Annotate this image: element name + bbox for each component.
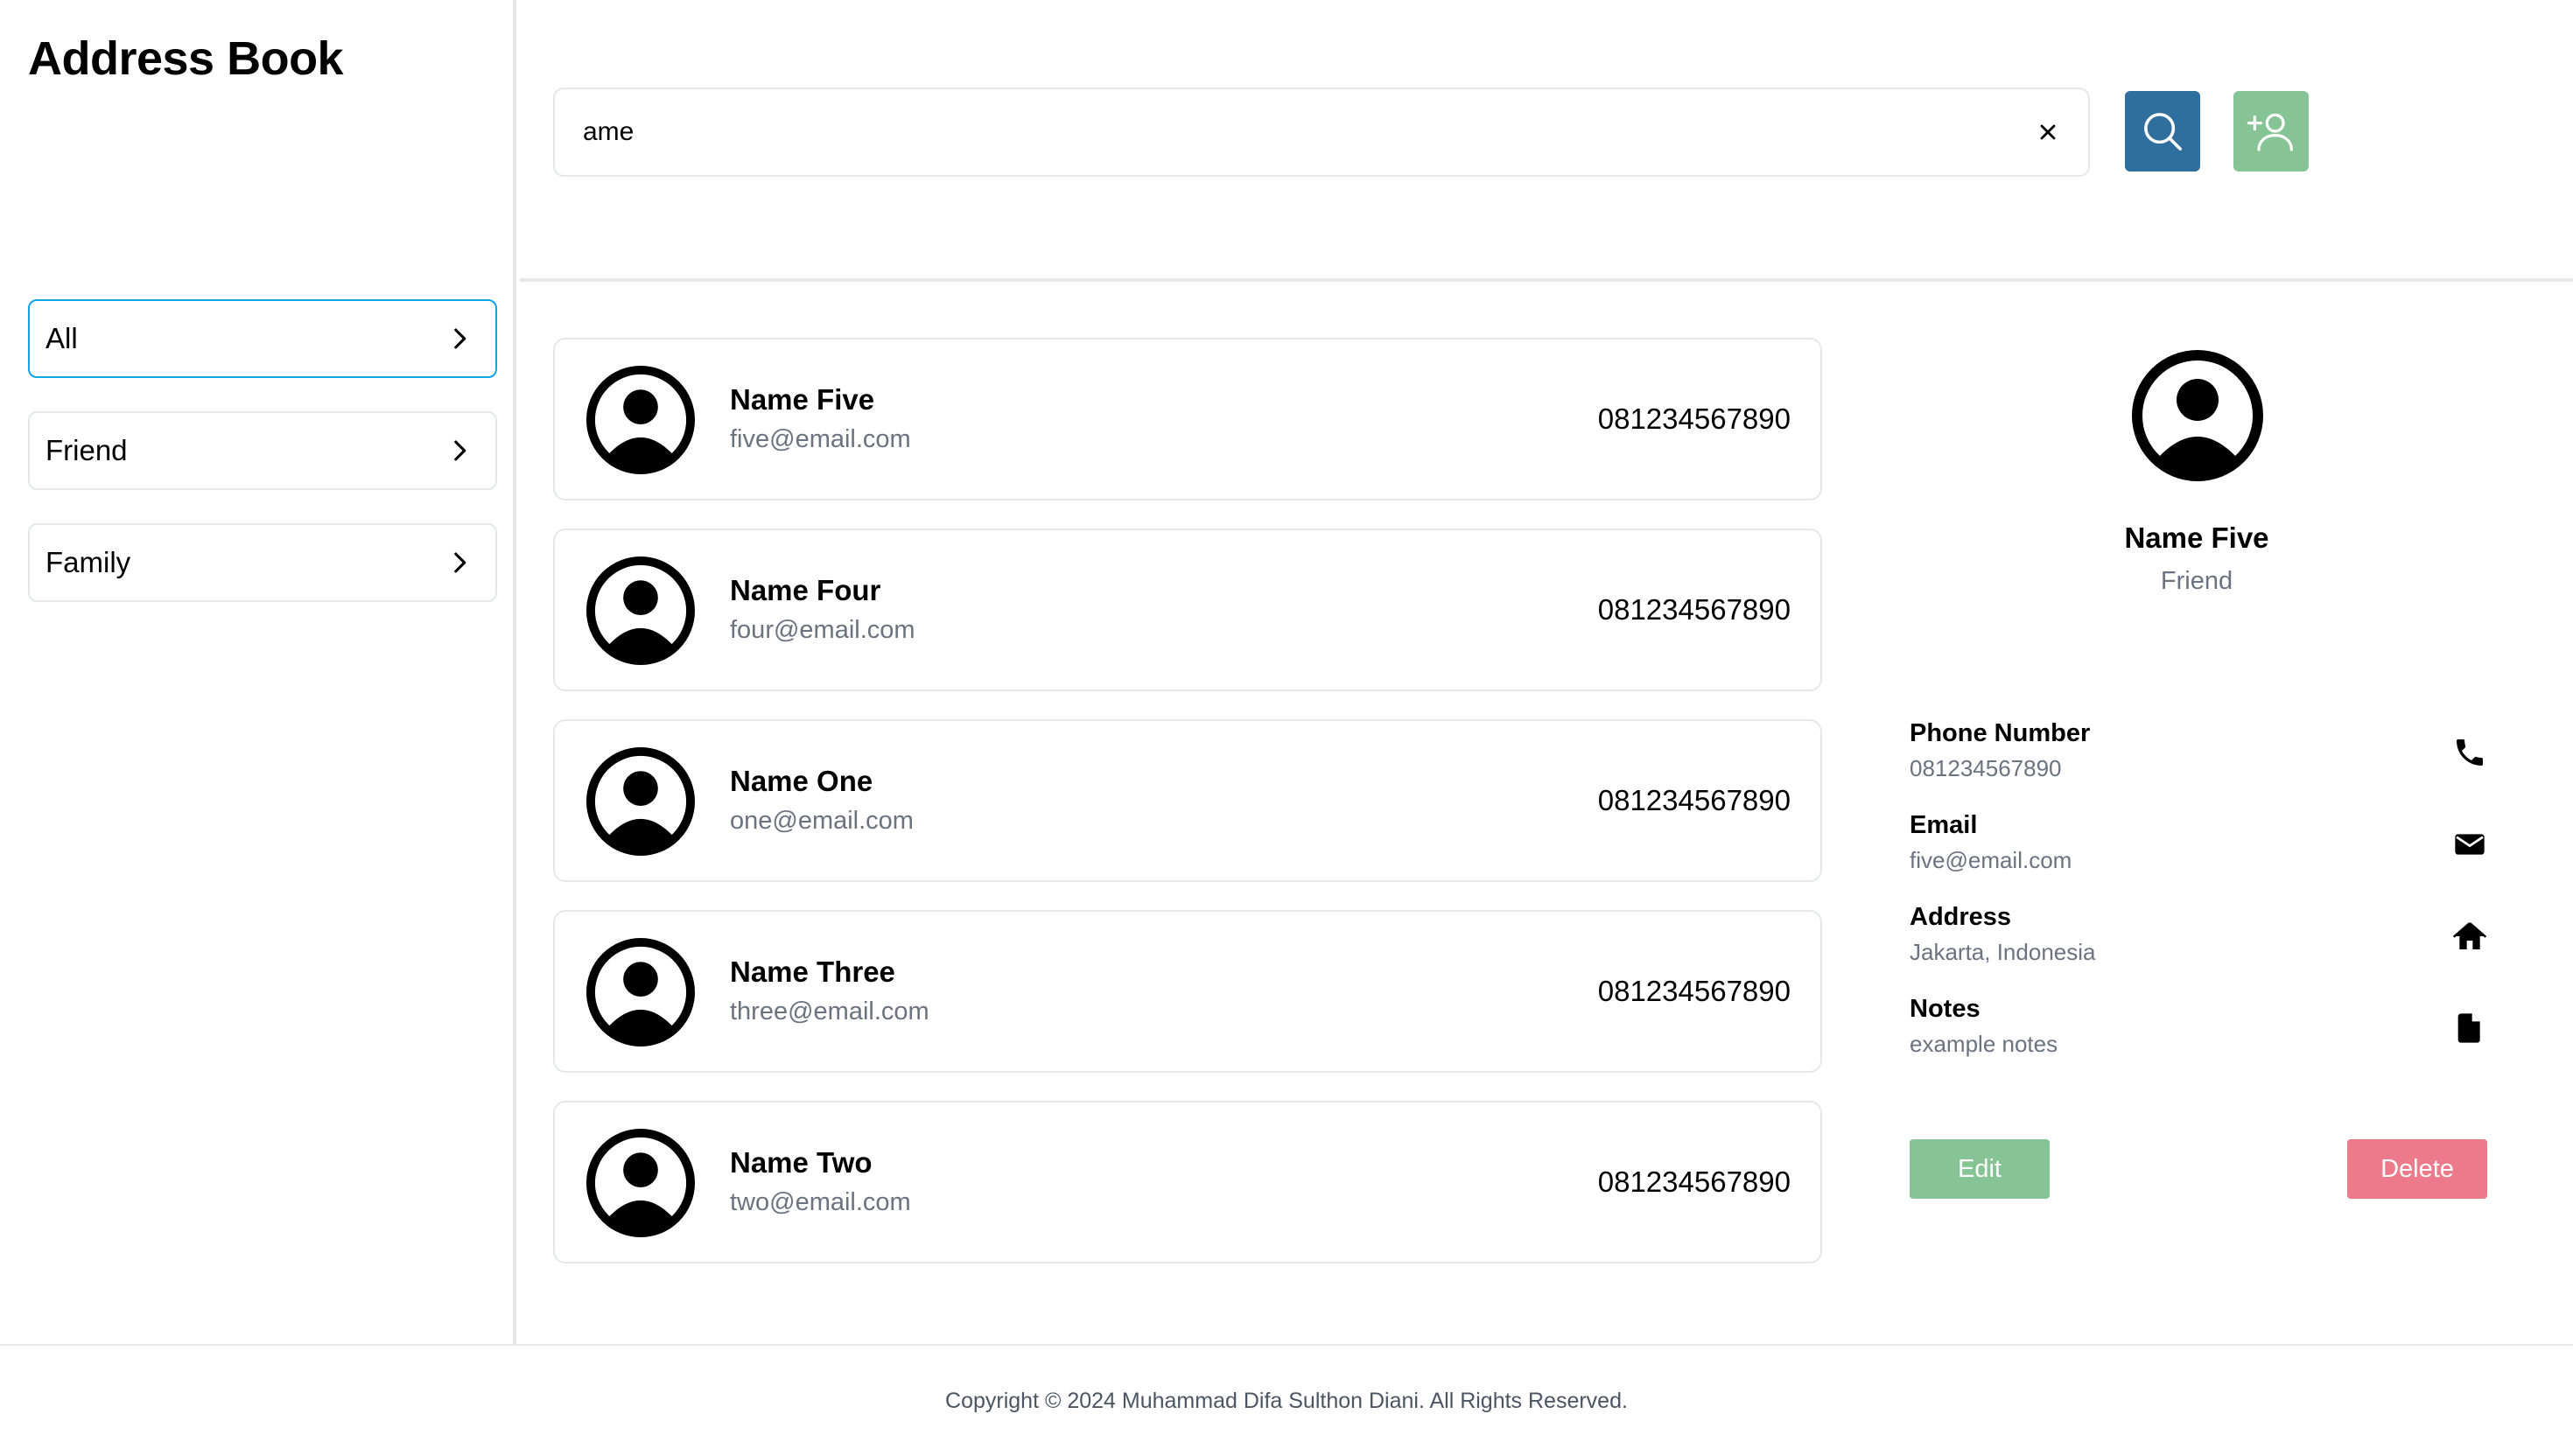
document-icon[interactable]	[2452, 1011, 2487, 1046]
email-field: Email five@email.com	[1910, 811, 2487, 890]
avatar-icon	[586, 747, 695, 856]
edit-button[interactable]: Edit	[1910, 1139, 2050, 1199]
field-value: example notes	[1910, 1031, 2058, 1057]
nav-item-label: All	[46, 322, 78, 354]
search-button[interactable]	[2125, 91, 2200, 172]
sidebar: Address Book All Friend Family	[0, 0, 516, 1344]
category-nav: All Friend Family	[28, 299, 497, 635]
chevron-right-icon	[454, 440, 466, 461]
field-value: Jakarta, Indonesia	[1910, 939, 2096, 965]
clear-search-button[interactable]	[2032, 116, 2064, 148]
contact-name: Name One	[730, 765, 873, 797]
home-icon[interactable]	[2452, 919, 2487, 954]
delete-button[interactable]: Delete	[2347, 1139, 2487, 1199]
copyright-text: Copyright © 2024 Muhammad Difa Sulthon D…	[945, 1388, 1628, 1413]
contact-phone: 081234567890	[1597, 1166, 1791, 1198]
field-value: five@email.com	[1910, 847, 2072, 873]
field-label: Email	[1910, 811, 1978, 839]
contact-list: Name Five five@email.com 081234567890 Na…	[553, 338, 1822, 1292]
contact-phone: 081234567890	[1597, 593, 1791, 626]
contact-email: two@email.com	[730, 1188, 911, 1216]
nav-item-label: Friend	[46, 434, 128, 466]
phone-icon[interactable]	[2452, 735, 2487, 770]
contact-card[interactable]: Name One one@email.com 081234567890	[553, 719, 1822, 882]
footer: Copyright © 2024 Muhammad Difa Sulthon D…	[0, 1344, 2573, 1456]
nav-item-label: Family	[46, 546, 131, 578]
avatar-icon	[2132, 350, 2263, 481]
contact-name: Name Two	[730, 1146, 873, 1179]
field-label: Phone Number	[1910, 719, 2091, 747]
add-contact-button[interactable]	[2233, 91, 2309, 172]
detail-group: Friend	[2160, 567, 2233, 595]
avatar-icon	[586, 1129, 695, 1237]
contact-phone: 081234567890	[1597, 784, 1791, 816]
search-icon	[2144, 113, 2183, 151]
contact-card[interactable]: Name Four four@email.com 081234567890	[553, 528, 1822, 691]
contact-phone: 081234567890	[1597, 975, 1791, 1007]
nav-item-friend[interactable]: Friend	[28, 411, 497, 490]
search-input[interactable]	[583, 117, 2032, 147]
address-field: Address Jakarta, Indonesia	[1910, 903, 2487, 982]
close-icon	[2040, 124, 2056, 140]
contact-email: three@email.com	[730, 998, 929, 1026]
contact-email: four@email.com	[730, 616, 915, 644]
nav-item-family[interactable]: Family	[28, 523, 497, 602]
envelope-icon[interactable]	[2452, 827, 2487, 862]
chevron-right-icon	[454, 552, 466, 573]
contact-name: Name Five	[730, 383, 875, 416]
avatar-icon	[586, 556, 695, 665]
contact-name: Name Three	[730, 956, 895, 988]
contact-card[interactable]: Name Three three@email.com 081234567890	[553, 910, 1822, 1073]
add-user-icon	[2247, 113, 2293, 151]
contact-email: one@email.com	[730, 807, 914, 835]
avatar-icon	[586, 938, 695, 1046]
contact-email: five@email.com	[730, 425, 911, 453]
contact-name: Name Four	[730, 574, 881, 606]
contact-detail-panel: Name Five Friend Phone Number 0812345678…	[1873, 285, 2520, 1344]
chevron-right-icon	[454, 328, 466, 349]
app-title: Address Book	[28, 32, 344, 85]
avatar-icon	[586, 366, 695, 474]
detail-name: Name Five	[2124, 522, 2269, 554]
search-box	[553, 88, 2090, 177]
field-label: Notes	[1910, 995, 1981, 1023]
phone-field: Phone Number 081234567890	[1910, 719, 2487, 798]
top-bar	[520, 0, 2573, 282]
contact-card[interactable]: Name Five five@email.com 081234567890	[553, 338, 1822, 500]
contact-phone: 081234567890	[1597, 402, 1791, 435]
field-value: 081234567890	[1910, 755, 2062, 781]
nav-item-all[interactable]: All	[28, 299, 497, 378]
notes-field: Notes example notes	[1910, 995, 2487, 1074]
field-label: Address	[1910, 903, 2012, 931]
contact-card[interactable]: Name Two two@email.com 081234567890	[553, 1101, 1822, 1264]
